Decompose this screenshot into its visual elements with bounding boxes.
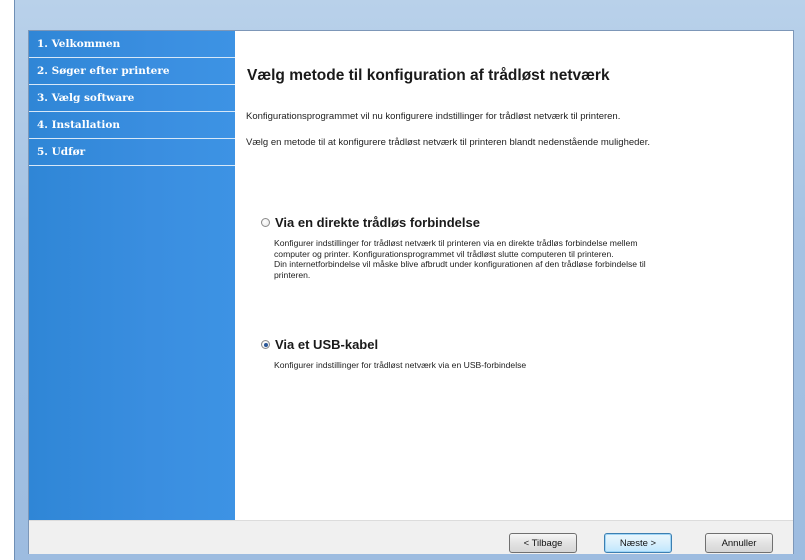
description-line: printeren.: [274, 269, 311, 280]
intro-text-1: Konfigurationsprogrammet vil nu konfigur…: [246, 111, 621, 122]
wizard-client-area: 1. Velkommen 2. Søger efter printere 3. …: [28, 30, 794, 554]
option-direct-wireless-description: Konfigurer indstillinger for trådløst ne…: [274, 238, 794, 280]
installer-window: 1. Velkommen 2. Søger efter printere 3. …: [14, 0, 805, 560]
option-usb-cable-description: Konfigurer indstillinger for trådløst ne…: [274, 360, 794, 371]
option-direct-wireless-label[interactable]: Via en direkte trådløs forbindelse: [275, 215, 480, 230]
radio-selected-dot: [263, 342, 268, 347]
description-line: computer og printer. Konfigurationsprogr…: [274, 248, 614, 259]
description-line: Konfigurer indstillinger for trådløst ne…: [274, 238, 638, 248]
option-usb-cable-label[interactable]: Via et USB-kabel: [275, 337, 378, 352]
wizard-main-panel: Vælg metode til konfiguration af trådløs…: [235, 31, 793, 520]
back-button[interactable]: < Tilbage: [509, 533, 577, 553]
cancel-button[interactable]: Annuller: [705, 533, 773, 553]
window-titlebar[interactable]: [15, 0, 805, 30]
radio-usb-cable[interactable]: [261, 340, 270, 349]
radio-direct-wireless[interactable]: [261, 218, 270, 227]
intro-text-2: Vælg en metode til at konfigurere trådlø…: [246, 137, 650, 148]
description-line: Din internetforbindelse vil måske blive …: [274, 259, 646, 269]
wizard-step-sidebar: 1. Velkommen 2. Søger efter printere 3. …: [29, 31, 235, 520]
wizard-footer: < Tilbage Næste > Annuller: [29, 520, 793, 554]
sidebar-item-installation[interactable]: 4. Installation: [29, 112, 235, 139]
sidebar-item-velkommen[interactable]: 1. Velkommen: [29, 31, 235, 58]
page-title: Vælg metode til konfiguration af trådløs…: [247, 67, 610, 84]
next-button[interactable]: Næste >: [604, 533, 672, 553]
sidebar-item-udfoer[interactable]: 5. Udfør: [29, 139, 235, 166]
sidebar-item-vaelg-software[interactable]: 3. Vælg software: [29, 85, 235, 112]
sidebar-item-soeger-efter-printere[interactable]: 2. Søger efter printere: [29, 58, 235, 85]
description-line: Konfigurer indstillinger for trådløst ne…: [274, 360, 527, 370]
